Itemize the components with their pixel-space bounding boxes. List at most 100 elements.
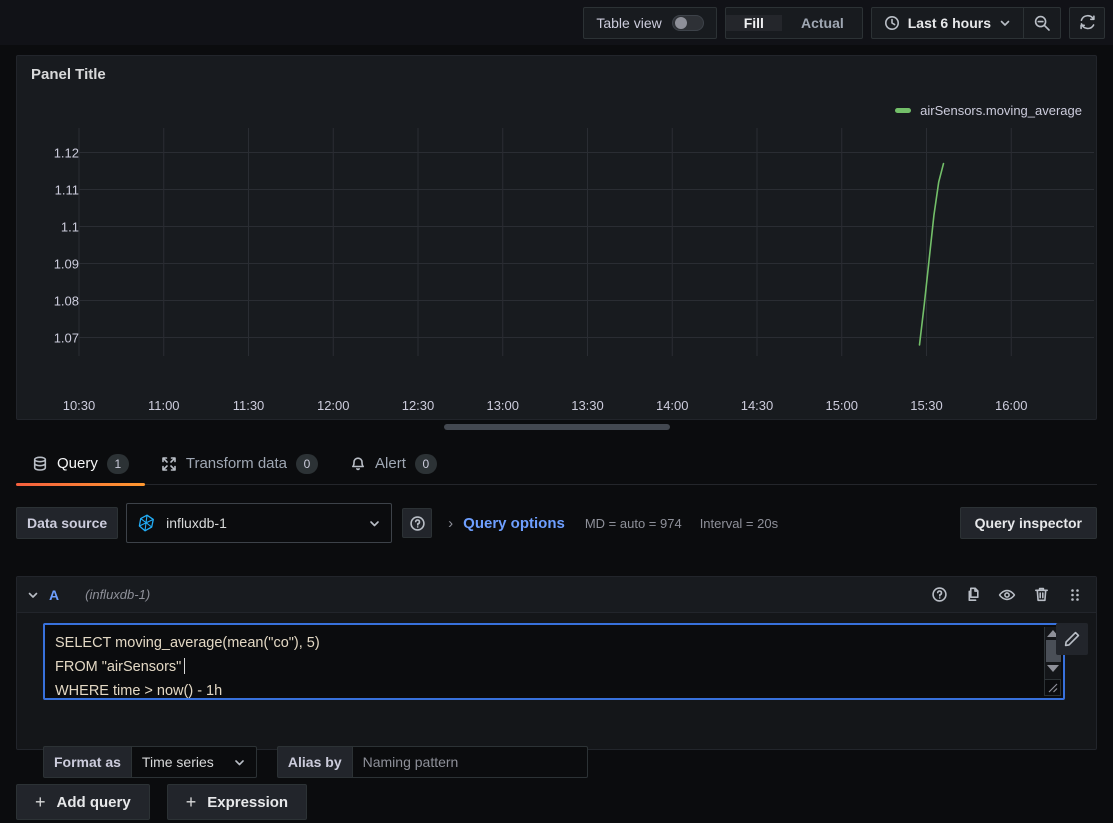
datasource-picker[interactable]: influxdb-1: [126, 503, 392, 543]
refresh-button[interactable]: [1069, 7, 1105, 39]
text-caret: [184, 658, 185, 674]
query-options-expand-icon[interactable]: ›: [448, 515, 453, 532]
add-expression-button[interactable]: + Expression: [167, 784, 307, 820]
tab-alert[interactable]: Alert 0: [334, 443, 453, 485]
add-expression-label: Expression: [207, 794, 288, 811]
edit-query-button[interactable]: [1056, 623, 1088, 655]
x-axis-tick-label: 16:00: [995, 398, 1028, 413]
query-help-button[interactable]: [928, 584, 950, 606]
influxdb-icon: [137, 513, 157, 533]
tab-transform-data[interactable]: Transform data 0: [145, 443, 334, 485]
plus-icon: +: [35, 793, 46, 811]
panel-title: Panel Title: [31, 66, 106, 83]
datasource-row: Data source influxdb-1 › Query options M…: [16, 503, 1097, 543]
query-datasource-note: (influxdb-1): [85, 587, 150, 602]
legend-color-swatch: [895, 108, 911, 113]
max-data-points-text: MD = auto = 974: [585, 516, 682, 531]
drag-handle-icon: [1068, 587, 1082, 603]
query-ref-id[interactable]: A: [49, 587, 59, 603]
zoom-out-icon: [1033, 14, 1051, 32]
scroll-down-arrow-icon[interactable]: [1047, 665, 1059, 672]
editor-tabs: Query 1 Transform data 0 Alert 0: [16, 443, 1097, 485]
x-axis-tick-label: 10:30: [63, 398, 96, 413]
table-view-toggle[interactable]: [672, 15, 704, 31]
query-collapse-icon[interactable]: [27, 589, 49, 601]
tab-query-count: 1: [107, 454, 129, 474]
query-editor-body: SELECT moving_average(mean("co"), 5) FRO…: [17, 613, 1096, 708]
format-as-select[interactable]: Time series: [131, 746, 257, 778]
zoom-out-button[interactable]: [1024, 7, 1060, 39]
database-icon: [32, 456, 48, 472]
x-axis-tick-label: 13:00: [486, 398, 519, 413]
query-row-actions: [928, 584, 1086, 606]
visualization-panel: Panel Title airSensors.moving_average 1.…: [16, 55, 1097, 420]
chevron-down-icon: [233, 756, 246, 769]
x-axis-tick-label: 12:30: [402, 398, 435, 413]
top-toolbar: Table view Fill Actual Last 6 hours: [0, 0, 1113, 45]
fill-button[interactable]: Fill: [726, 15, 782, 31]
chevron-down-icon: [368, 517, 381, 530]
x-axis-tick-label: 15:00: [825, 398, 858, 413]
tab-query[interactable]: Query 1: [16, 443, 145, 485]
chart-area[interactable]: 1.071.081.091.11.111.12 10:3011:0011:301…: [17, 116, 1096, 416]
interval-text: Interval = 20s: [700, 516, 778, 531]
editor-resize-grip[interactable]: [1044, 679, 1061, 696]
time-range-picker[interactable]: Last 6 hours: [872, 8, 1023, 38]
x-axis-tick-label: 13:30: [571, 398, 604, 413]
table-view-control[interactable]: Table view: [583, 7, 716, 39]
query-text-editor[interactable]: SELECT moving_average(mean("co"), 5) FRO…: [43, 623, 1065, 700]
query-actions-row: + Add query + Expression: [16, 784, 307, 820]
query-editor-row: A (influxdb-1): [16, 576, 1097, 750]
datasource-help-button[interactable]: [402, 508, 432, 538]
time-range-label: Last 6 hours: [908, 15, 991, 31]
format-as-value: Time series: [142, 754, 214, 770]
toggle-query-visibility-button[interactable]: [996, 584, 1018, 606]
duplicate-icon: [965, 586, 982, 603]
tab-transform-label: Transform data: [186, 455, 287, 472]
query-inspector-button[interactable]: Query inspector: [960, 507, 1097, 539]
datasource-name: influxdb-1: [166, 515, 359, 531]
drag-query-handle[interactable]: [1064, 584, 1086, 606]
alias-by-input[interactable]: [352, 746, 588, 778]
transform-icon: [161, 456, 177, 472]
query-row-header: A (influxdb-1): [17, 577, 1096, 613]
x-axis-tick-label: 14:30: [741, 398, 774, 413]
alias-by-label: Alias by: [277, 746, 352, 778]
x-axis-tick-label: 12:00: [317, 398, 350, 413]
eye-icon: [998, 586, 1016, 604]
chart-plot: [17, 116, 1096, 376]
query-code-line-3: WHERE time > now() - 1h: [55, 679, 1053, 703]
x-axis-tick-label: 11:00: [148, 398, 180, 413]
remove-query-button[interactable]: [1030, 584, 1052, 606]
fill-actual-segmented-control: Fill Actual: [725, 7, 863, 39]
plus-icon: +: [186, 793, 197, 811]
format-as-label: Format as: [43, 746, 131, 778]
clock-icon: [884, 15, 900, 31]
x-axis-tick-label: 15:30: [910, 398, 943, 413]
tab-alert-count: 0: [415, 454, 437, 474]
help-circle-icon: [409, 515, 426, 532]
bell-icon: [350, 456, 366, 472]
refresh-icon: [1078, 13, 1097, 32]
help-circle-icon: [931, 586, 948, 603]
query-options-link[interactable]: Query options: [463, 515, 565, 532]
time-range-control: Last 6 hours: [871, 7, 1061, 39]
actual-button[interactable]: Actual: [783, 15, 862, 31]
duplicate-query-button[interactable]: [962, 584, 984, 606]
query-format-row: Format as Time series Alias by: [43, 746, 588, 778]
scrollbar-thumb[interactable]: [444, 424, 670, 430]
datasource-label: Data source: [16, 507, 118, 539]
tab-transform-count: 0: [296, 454, 318, 474]
tab-query-label: Query: [57, 455, 98, 472]
x-axis-tick-label: 14:00: [656, 398, 689, 413]
chevron-down-icon: [999, 17, 1011, 29]
panel-horizontal-scrollbar[interactable]: [17, 423, 1096, 431]
add-query-label: Add query: [57, 794, 131, 811]
query-code-line-1: SELECT moving_average(mean("co"), 5): [55, 631, 1053, 655]
trash-icon: [1033, 586, 1050, 603]
pencil-icon: [1063, 630, 1081, 648]
tab-alert-label: Alert: [375, 455, 406, 472]
add-query-button[interactable]: + Add query: [16, 784, 150, 820]
query-code-line-2: FROM "airSensors": [55, 655, 1053, 679]
table-view-label: Table view: [596, 15, 661, 31]
